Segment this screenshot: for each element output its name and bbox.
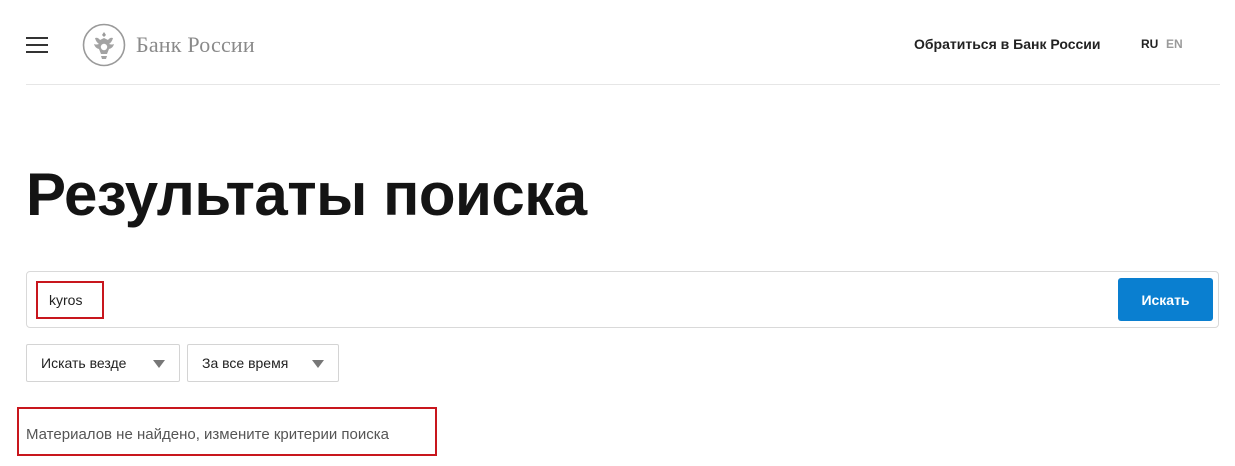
no-results-message: Материалов не найдено, измените критерии… <box>26 426 389 443</box>
period-filter-select[interactable]: За все время <box>187 344 339 382</box>
contact-bank-link[interactable]: Обратиться в Банк России <box>914 36 1100 52</box>
language-ru[interactable]: RU <box>1141 37 1158 51</box>
bank-emblem-icon <box>82 23 126 67</box>
search-button[interactable]: Искать <box>1118 278 1213 321</box>
chevron-down-icon <box>312 360 324 368</box>
period-filter-label: За все время <box>202 355 289 371</box>
search-input[interactable] <box>39 282 1099 318</box>
scope-filter-select[interactable]: Искать везде <box>26 344 180 382</box>
header-divider <box>26 84 1220 85</box>
menu-icon[interactable] <box>26 37 48 53</box>
language-en[interactable]: EN <box>1166 37 1183 51</box>
search-box: Искать <box>26 271 1219 328</box>
scope-filter-label: Искать везде <box>41 355 127 371</box>
chevron-down-icon <box>153 360 165 368</box>
site-header: Банк России Обратиться в Банк России RU … <box>0 0 1235 86</box>
page-title: Результаты поиска <box>26 161 587 228</box>
logo-text: Банк России <box>136 32 255 57</box>
logo-link[interactable]: Банк России <box>82 22 255 68</box>
